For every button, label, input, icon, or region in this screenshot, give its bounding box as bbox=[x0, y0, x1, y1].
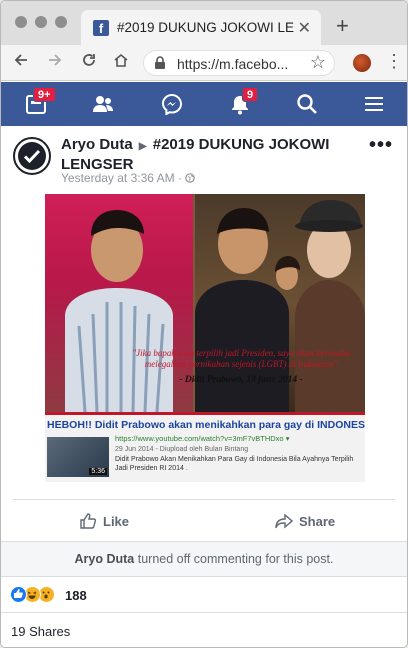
forward-button[interactable] bbox=[43, 51, 67, 75]
reload-button[interactable] bbox=[77, 51, 101, 75]
like-label: Like bbox=[103, 514, 130, 529]
shares-row[interactable]: 19 Shares bbox=[1, 613, 407, 647]
youtube-result-strip: HEBOH!! Didit Prabowo akan menikahkan pa… bbox=[45, 412, 365, 482]
post-image[interactable]: "Jika bapak saya terpilih jadi Presiden,… bbox=[45, 194, 365, 482]
youtube-meta: 29 Jun 2014 - Diupload oleh Bulan Bintan… bbox=[115, 446, 249, 453]
new-tab-button[interactable]: + bbox=[336, 13, 349, 39]
share-arrow-icon bbox=[275, 513, 294, 529]
comment-note-author[interactable]: Aryo Duta bbox=[75, 552, 135, 566]
comments-disabled-note: Aryo Duta turned off commenting for this… bbox=[1, 541, 407, 577]
lock-icon bbox=[155, 56, 165, 69]
home-button[interactable] bbox=[109, 51, 133, 75]
youtube-title: HEBOH!! Didit Prabowo akan menikahkan pa… bbox=[47, 419, 365, 431]
hamburger-menu-icon[interactable] bbox=[363, 93, 385, 115]
image-quote-box: "Jika bapak saya terpilih jadi Presiden,… bbox=[117, 346, 365, 392]
image-quote-text: "Jika bapak saya terpilih jadi Presiden,… bbox=[132, 348, 350, 369]
more-options-icon[interactable]: ••• bbox=[369, 134, 393, 157]
reactions-bar[interactable]: 188 bbox=[1, 577, 407, 613]
home-icon bbox=[114, 53, 128, 67]
maximize-window-button[interactable] bbox=[55, 16, 67, 28]
caret-right-icon: ▶ bbox=[138, 141, 147, 152]
reaction-count[interactable]: 188 bbox=[65, 588, 87, 603]
browser-menu-icon[interactable]: ⋮ bbox=[385, 51, 403, 72]
browser-window: f #2019 DUKUNG JOKOWI LENGSER ✕ + https:… bbox=[0, 0, 408, 648]
back-arrow-icon bbox=[14, 54, 27, 66]
extension-icon[interactable] bbox=[353, 54, 371, 72]
friend-requests-icon[interactable] bbox=[92, 93, 114, 115]
facebook-nav-bar: 9+ 9 bbox=[1, 82, 407, 126]
post-header: Aryo Duta ▶ #2019 DUKUNG JOKOWI LENGSER … bbox=[1, 126, 407, 186]
globe-icon bbox=[185, 173, 196, 183]
address-bar[interactable]: https://m.facebo... ☆ bbox=[143, 50, 335, 76]
youtube-duration: 5:36 bbox=[89, 468, 107, 475]
youtube-description: Didit Prabowo Akan Menikahkan Para Gay d… bbox=[115, 456, 354, 472]
shares-count[interactable]: 19 Shares bbox=[11, 624, 70, 639]
browser-tab[interactable]: f #2019 DUKUNG JOKOWI LENGSER ✕ bbox=[81, 10, 321, 45]
minimize-window-button[interactable] bbox=[35, 16, 47, 28]
search-icon[interactable] bbox=[296, 93, 318, 115]
checkmark-icon bbox=[23, 149, 41, 164]
share-button[interactable]: Share bbox=[275, 512, 335, 530]
reload-icon bbox=[83, 54, 95, 66]
avatar[interactable] bbox=[13, 137, 51, 175]
post-actions: Like Share bbox=[13, 499, 395, 541]
like-button[interactable]: Like bbox=[79, 512, 129, 530]
author-name[interactable]: Aryo Duta bbox=[61, 136, 133, 153]
youtube-thumbnail: 5:36 bbox=[47, 437, 109, 477]
messenger-icon[interactable] bbox=[161, 93, 183, 116]
youtube-url: https://www.youtube.com/watch?v=3mF7vBTH… bbox=[115, 434, 290, 443]
close-tab-icon[interactable]: ✕ bbox=[298, 18, 311, 38]
comment-note-text: turned off commenting for this post. bbox=[134, 552, 334, 566]
image-quote-attribution: - Didit Prabowo, 18 june 2014 - bbox=[179, 375, 303, 385]
feed-badge: 9+ bbox=[33, 87, 56, 102]
back-button[interactable] bbox=[9, 51, 33, 75]
thumbs-up-icon bbox=[80, 513, 97, 529]
share-label: Share bbox=[299, 514, 336, 529]
browser-toolbar: https://m.facebo... ☆ ⋮ bbox=[1, 45, 407, 81]
notifications-badge: 9 bbox=[242, 87, 259, 102]
post-timestamp[interactable]: Yesterday at 3:36 AM · bbox=[61, 171, 196, 185]
forward-arrow-icon bbox=[49, 54, 62, 66]
url-text: https://m.facebo... bbox=[177, 56, 289, 72]
facebook-favicon-icon: f bbox=[93, 20, 109, 36]
post-author-line: Aryo Duta ▶ #2019 DUKUNG JOKOWI LENGSER bbox=[61, 136, 351, 174]
bookmark-star-icon[interactable]: ☆ bbox=[310, 52, 326, 73]
tab-strip: f #2019 DUKUNG JOKOWI LENGSER ✕ + bbox=[1, 1, 407, 45]
like-reaction-icon bbox=[10, 586, 27, 603]
tab-title: #2019 DUKUNG JOKOWI LENGSER bbox=[117, 20, 295, 35]
close-window-button[interactable] bbox=[15, 16, 27, 28]
